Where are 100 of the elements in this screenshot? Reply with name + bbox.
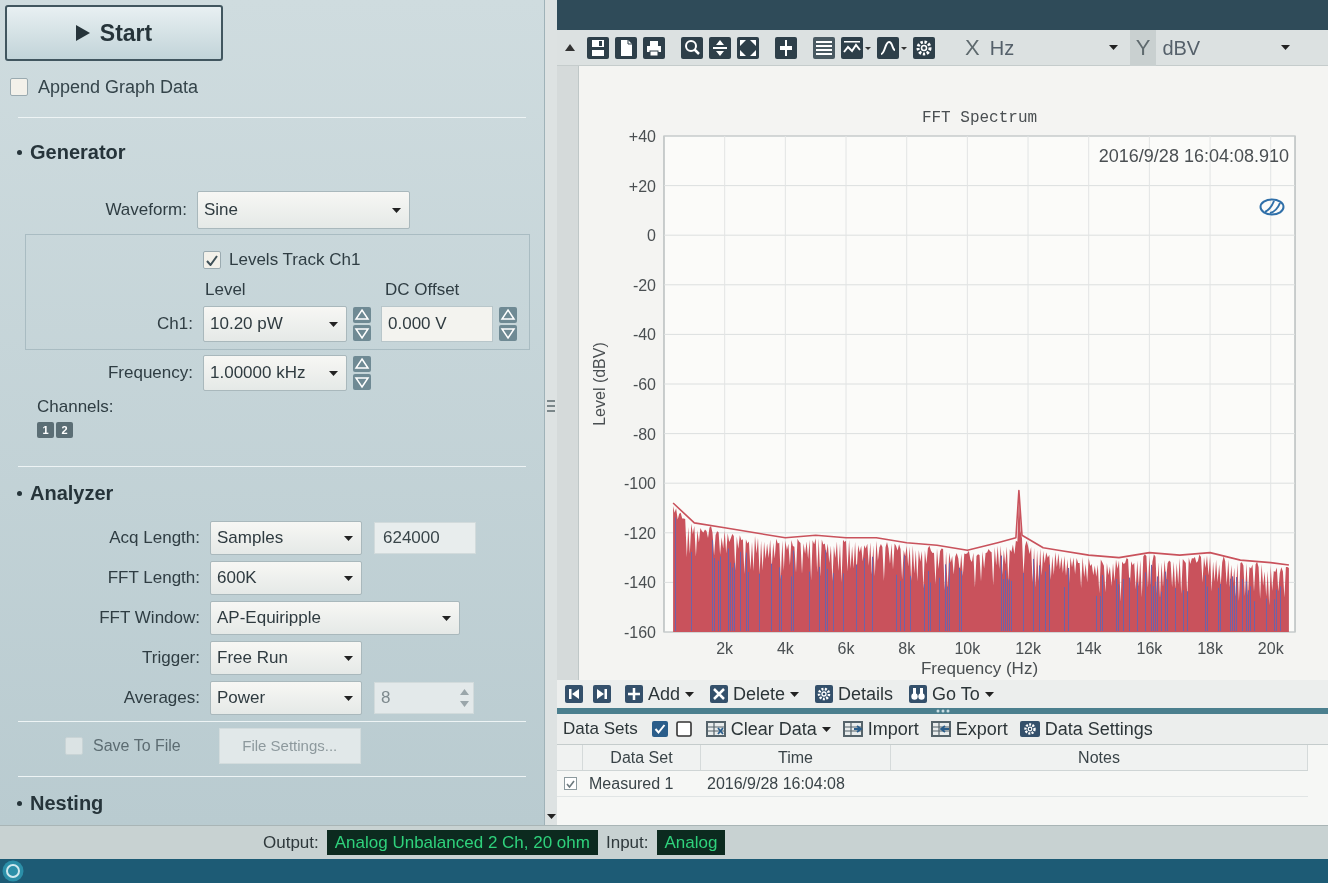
start-button[interactable]: Start [5, 5, 223, 61]
binoculars-icon [909, 685, 928, 703]
axis-tick-label: -40 [632, 326, 656, 344]
unit-dropdown[interactable]: dBV [1156, 33, 1297, 62]
add-button[interactable]: Add [625, 680, 695, 708]
delete-button[interactable]: Delete [710, 680, 800, 708]
axis-tick-label: -20 [632, 276, 656, 294]
checkbox[interactable] [563, 777, 577, 790]
section-header[interactable]: Analyzer [30, 481, 114, 505]
axis-tick-label: -120 [623, 524, 656, 542]
bullet-icon [17, 149, 22, 155]
axis-tick-label: 14k [1075, 640, 1102, 657]
caret-icon[interactable] [344, 535, 353, 541]
field-label: Channels: [37, 396, 114, 419]
grid-icon [705, 721, 726, 737]
caret-icon[interactable] [392, 207, 401, 213]
dropdown[interactable]: Power [210, 681, 362, 715]
section-header[interactable]: Generator [30, 140, 126, 164]
go-to-button[interactable]: Go To [909, 680, 994, 708]
input-field[interactable]: 624000 [374, 522, 476, 554]
bullet-icon [17, 490, 22, 496]
axis-tick-label: -60 [632, 376, 656, 393]
spin-down-icon[interactable] [353, 325, 371, 341]
details-button[interactable]: Details [815, 680, 894, 708]
spin-down-icon[interactable] [499, 325, 517, 341]
field-label: Acq Length: [108, 527, 201, 550]
axis-label: X [964, 34, 981, 62]
axis-tick-label: +40 [628, 128, 656, 145]
dropdown[interactable]: 1.00000 kHz [203, 355, 347, 391]
channel-toggle[interactable]: 2 [56, 422, 73, 438]
last-icon[interactable] [593, 685, 611, 703]
unit-dropdown[interactable]: Hz [983, 33, 1124, 62]
field-label: Ch1: [156, 313, 194, 336]
print-icon[interactable] [643, 36, 665, 59]
data-settings-button[interactable]: Data Settings [1019, 715, 1153, 743]
caret-icon[interactable] [685, 691, 695, 697]
caret-icon[interactable] [821, 726, 831, 732]
spin-up-icon[interactable] [499, 307, 517, 323]
circle-logo-icon[interactable] [2, 860, 24, 882]
dropdown[interactable]: 600K [210, 561, 362, 595]
field-label: FFT Window: [98, 607, 201, 630]
logo-icon [1260, 199, 1284, 215]
dropdown[interactable]: 10.20 pW [203, 306, 347, 342]
axis-tick-label: 16k [1136, 640, 1163, 657]
dropdown[interactable]: Sine [197, 191, 410, 229]
grip-icon[interactable] [547, 400, 555, 412]
vertical-arrows-icon[interactable] [709, 36, 731, 59]
axis-tick-label: 20k [1257, 640, 1284, 657]
caret-icon[interactable] [1108, 45, 1118, 50]
field-label: Trigger: [141, 647, 201, 670]
channel-toggle[interactable]: 1 [37, 422, 54, 438]
dropdown[interactable]: Free Run [210, 641, 362, 675]
column-header[interactable]: Data Set [583, 745, 701, 770]
spin-up-icon[interactable] [353, 356, 371, 372]
table-cell-text: 2016/9/28 16:04:08 [706, 773, 846, 794]
caret-icon[interactable] [329, 370, 338, 376]
table-icon[interactable] [813, 36, 835, 59]
checkbox[interactable] [10, 78, 28, 96]
axis-tick-label: 8k [898, 640, 916, 657]
section-header[interactable]: Nesting [30, 791, 104, 815]
checkbox-label: Save To File [93, 736, 181, 756]
expand-icon[interactable] [737, 36, 759, 59]
plus-icon[interactable] [775, 36, 797, 59]
dropdown[interactable]: Samples [210, 521, 362, 555]
input-status: Analog [656, 830, 726, 855]
save-icon[interactable] [587, 36, 609, 59]
document-icon[interactable] [615, 36, 637, 59]
input-field[interactable]: 0.000 V [381, 306, 493, 342]
scrollbar-track[interactable] [557, 66, 579, 680]
export-button[interactable]: Export [930, 715, 1008, 743]
first-icon[interactable] [565, 685, 583, 703]
caret-icon[interactable] [344, 655, 353, 661]
chart-timestamp: 2016/9/28 16:04:08.910 [1098, 146, 1289, 166]
line-chart-menu-icon[interactable] [841, 36, 871, 59]
clear-data-button[interactable]: Clear Data [705, 715, 831, 743]
check-all-icon[interactable] [651, 721, 668, 737]
caret-icon[interactable] [546, 814, 556, 819]
empty-box-icon[interactable] [675, 721, 692, 737]
caret-icon[interactable] [344, 575, 353, 581]
caret-icon[interactable] [790, 691, 800, 697]
caret-icon[interactable] [329, 321, 338, 327]
dropdown[interactable]: AP-Equiripple [210, 601, 460, 635]
import-button[interactable]: Import [842, 715, 919, 743]
caret-icon[interactable] [984, 691, 994, 697]
settings-icon[interactable] [913, 36, 935, 59]
axis-title: Level (dBV) [591, 342, 608, 426]
column-header[interactable]: Time [701, 745, 891, 770]
column-header[interactable]: Notes [891, 745, 1308, 770]
caret-icon[interactable] [442, 615, 451, 621]
spin-up-icon[interactable] [353, 307, 371, 323]
status-label: Input: [605, 831, 649, 854]
zoom-icon[interactable] [681, 36, 703, 59]
collapse-arrow-icon[interactable] [565, 44, 575, 51]
grip-icon[interactable] [935, 709, 950, 713]
caret-icon[interactable] [344, 695, 353, 701]
caret-icon[interactable] [1281, 45, 1291, 50]
checkbox[interactable] [203, 251, 221, 269]
curve-menu-icon[interactable] [877, 36, 907, 59]
spin-down-icon[interactable] [353, 374, 371, 390]
axis-tick-label: 4k [776, 640, 794, 657]
